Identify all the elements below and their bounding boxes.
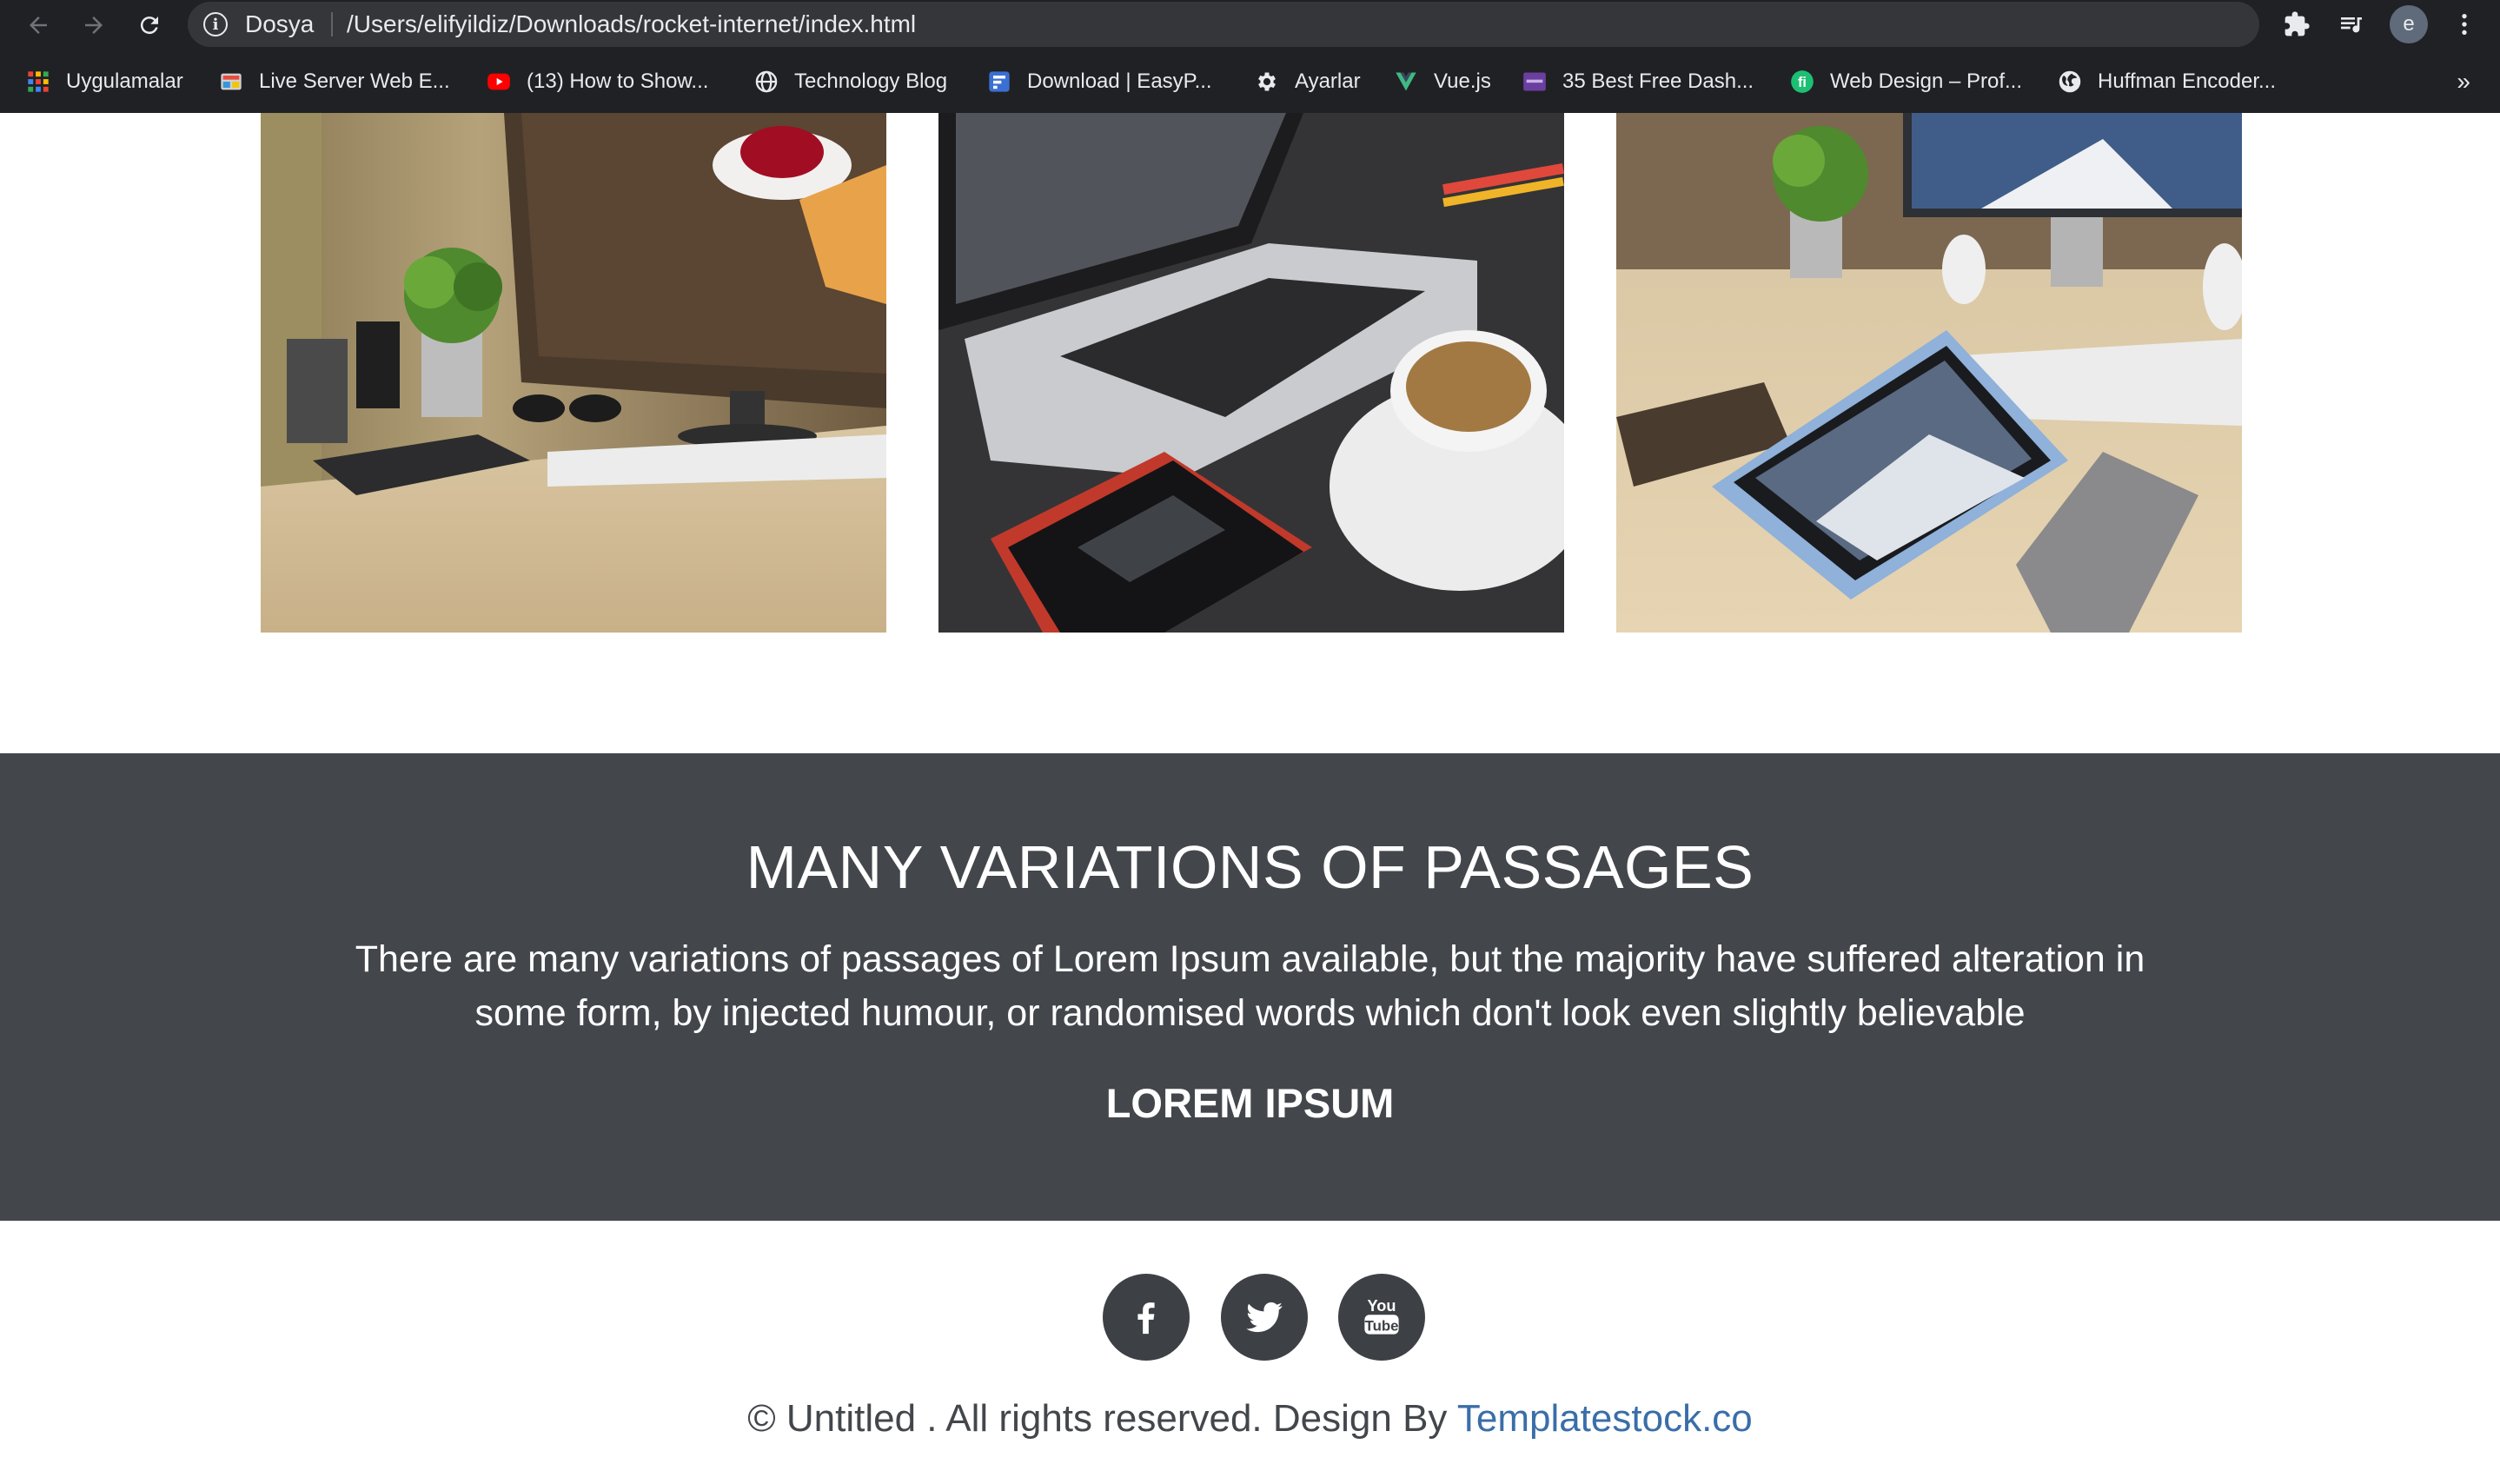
colorlib-icon: [1522, 70, 1547, 94]
facebook-icon: [1137, 1302, 1155, 1335]
youtube-link[interactable]: You Tube: [1338, 1274, 1425, 1361]
bookmark-label: 35 Best Free Dash...: [1562, 70, 1754, 93]
bookmark-label: Download | EasyP...: [1027, 70, 1212, 93]
promo-text: There are many variations of passages of…: [355, 938, 2145, 1034]
profile-avatar[interactable]: e: [2390, 5, 2428, 43]
bookmarks-overflow-button[interactable]: »: [2457, 68, 2470, 96]
globe-icon: [754, 70, 779, 94]
gallery-image-desk-monitor: [261, 113, 886, 633]
extensions-puzzle-icon[interactable]: [2281, 9, 2312, 40]
address-separator: [331, 12, 333, 36]
live-server-icon: [219, 70, 243, 94]
menu-kebab-icon[interactable]: [2449, 9, 2480, 40]
bookmark-ayarlar[interactable]: Ayarlar: [1255, 65, 1361, 98]
reload-icon: [140, 17, 158, 35]
vue-icon: [1394, 70, 1418, 94]
back-button[interactable]: [21, 8, 56, 43]
promo-title: MANY VARIATIONS OF PASSAGES: [746, 833, 1754, 901]
bookmark-label: (13) How to Show...: [527, 70, 709, 93]
facebook-link[interactable]: [1103, 1274, 1190, 1361]
copyright-text: © Untitled . All rights reserved. Design…: [747, 1397, 1457, 1440]
browser-toolbar: i Dosya /Users/elifyildiz/Downloads/rock…: [0, 0, 2500, 50]
easyp-icon: [987, 70, 1011, 94]
templatestock-link[interactable]: Templatestock.co: [1457, 1397, 1753, 1440]
back-arrow-icon: [30, 17, 47, 34]
bookmark-live-server[interactable]: Live Server Web E...: [219, 65, 450, 98]
bookmark-download-easyp[interactable]: Download | EasyP...: [987, 65, 1212, 98]
url-text[interactable]: /Users/elifyildiz/Downloads/rocket-inter…: [347, 10, 916, 38]
bookmark-label: Ayarlar: [1295, 70, 1361, 93]
reload-button[interactable]: [132, 8, 167, 43]
svg-text:Tube: Tube: [1365, 1317, 1399, 1334]
gallery-image-tablet-desk: [1616, 113, 2242, 633]
bookmark-best-free-dash[interactable]: 35 Best Free Dash...: [1522, 65, 1754, 98]
forward-arrow-icon: [85, 17, 103, 34]
page-content: MANY VARIATIONS OF PASSAGES There are ma…: [0, 113, 2500, 1484]
svg-text:You: You: [1367, 1297, 1396, 1315]
media-queue-icon[interactable]: [2336, 9, 2367, 40]
svg-text:fi: fi: [1798, 75, 1807, 90]
world-icon: [2058, 70, 2082, 94]
bookmark-web-design[interactable]: fi Web Design – Prof...: [1790, 65, 2022, 98]
forward-button[interactable]: [76, 8, 111, 43]
scheme-label: Dosya: [245, 10, 315, 37]
youtube-icon: [487, 70, 511, 94]
twitter-icon: [1246, 1302, 1283, 1333]
info-icon[interactable]: i: [203, 12, 228, 36]
address-bar[interactable]: i Dosya /Users/elifyildiz/Downloads/rock…: [188, 2, 2427, 47]
bookmark-uygulamalar[interactable]: Uygulamalar: [26, 65, 183, 98]
youtube-icon: You Tube: [1364, 1297, 1399, 1335]
twitter-link[interactable]: [1221, 1274, 1308, 1361]
bookmarks-bar: Uygulamalar Live Server Web E... (13) Ho…: [0, 50, 2500, 113]
bookmark-label: Huffman Encoder...: [2098, 70, 2277, 93]
bookmark-vuejs[interactable]: Vue.js: [1394, 65, 1491, 98]
bookmark-technology-blog[interactable]: Technology Blog: [754, 65, 947, 98]
bookmark-label: Live Server Web E...: [259, 70, 450, 93]
bookmark-label: Vue.js: [1434, 70, 1491, 93]
gear-icon: [1255, 70, 1279, 94]
bookmark-huffman-encoder[interactable]: Huffman Encoder...: [2058, 65, 2276, 98]
gallery-image-laptop-coffee: [938, 113, 1564, 633]
footer-copyright: © Untitled . All rights reserved. Design…: [0, 1397, 2500, 1441]
bookmark-how-to-show[interactable]: (13) How to Show...: [487, 65, 708, 98]
fiverr-icon: fi: [1790, 70, 1814, 94]
bookmark-label: Technology Blog: [794, 70, 948, 93]
bookmark-label: Uygulamalar: [66, 70, 183, 93]
apps-grid-icon: [26, 70, 50, 94]
bookmark-label: Web Design – Prof...: [1830, 70, 2022, 93]
promo-subtitle: LOREM IPSUM: [1105, 1080, 1395, 1126]
